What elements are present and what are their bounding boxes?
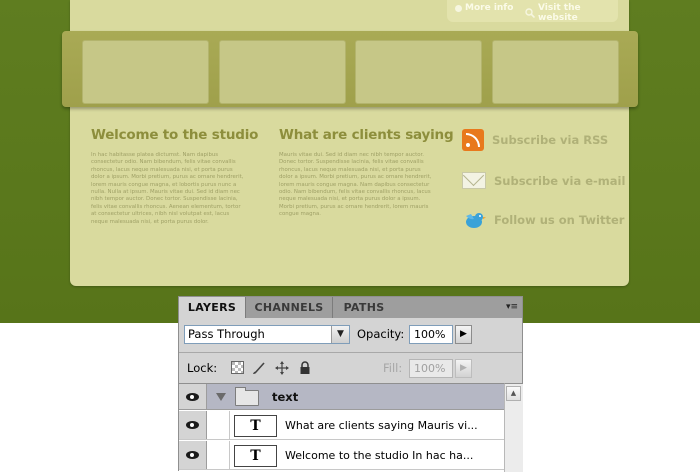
info-bullet-icon — [455, 4, 462, 12]
portfolio-thumbnail[interactable] — [355, 40, 482, 104]
layer-row[interactable]: T Welcome to the studio In hac ha... — [179, 441, 504, 470]
tab-paths[interactable]: PATHS — [332, 297, 395, 318]
layer-name: text — [272, 390, 299, 404]
welcome-paragraph: In hac habitasse platea dictumst. Nam da… — [91, 152, 244, 225]
portfolio-thumbnail[interactable] — [219, 40, 346, 104]
visibility-toggle[interactable] — [179, 384, 207, 409]
lock-position-move-icon[interactable] — [275, 361, 289, 375]
clients-paragraph: Mauris vitae dui. Sed id diam nec nibh t… — [279, 152, 432, 218]
tab-layers[interactable]: LAYERS — [179, 297, 245, 318]
layer-name: What are clients saying Mauris vi... — [285, 419, 478, 432]
fill-slider-button: ▶ — [455, 359, 472, 378]
text-layer-thumbnail-icon: T — [234, 445, 277, 467]
twitter-bird-icon — [462, 210, 486, 230]
scroll-up-arrow-icon[interactable]: ▲ — [506, 386, 521, 401]
chevron-down-icon[interactable]: ▼ — [331, 326, 349, 343]
opacity-input[interactable]: 100% — [409, 325, 453, 344]
visibility-toggle[interactable] — [179, 441, 207, 469]
subscribe-email-link[interactable]: Subscribe via e-mail — [462, 172, 625, 189]
top-links-bar: More info Visit the website — [447, 0, 618, 23]
layer-row[interactable]: T What are clients saying Mauris vi... — [179, 411, 504, 440]
layer-name: Welcome to the studio In hac ha... — [285, 449, 474, 462]
visibility-toggle[interactable] — [179, 411, 207, 439]
more-info-link[interactable]: More info — [455, 3, 513, 13]
panel-menu-icon[interactable]: ▾≡ — [506, 302, 518, 312]
clients-heading: What are clients saying — [279, 127, 454, 143]
mail-icon — [462, 172, 486, 189]
visit-website-link[interactable]: Visit the website — [525, 3, 618, 23]
eye-icon — [186, 451, 199, 459]
eye-icon — [186, 393, 199, 401]
opacity-label: Opacity: — [357, 327, 405, 341]
lock-label: Lock: — [187, 361, 218, 375]
layer-indent — [206, 411, 230, 439]
layers-list: text T What are clients saying Mauris vi… — [179, 383, 504, 472]
portfolio-thumbnail[interactable] — [82, 40, 209, 104]
fill-label: Fill: — [383, 361, 403, 375]
layers-scrollbar[interactable]: ▲ — [504, 383, 523, 472]
eye-icon — [186, 421, 199, 429]
text-layer-thumbnail-icon: T — [234, 415, 277, 437]
opacity-slider-button[interactable]: ▶ — [455, 325, 472, 344]
lock-image-pixels-brush-icon[interactable] — [252, 361, 266, 375]
welcome-heading: Welcome to the studio — [91, 127, 259, 143]
portfolio-band — [62, 31, 638, 107]
portfolio-thumbnail[interactable] — [492, 40, 619, 104]
layer-group-row[interactable]: text — [179, 384, 504, 410]
expand-triangle-icon[interactable] — [216, 393, 226, 401]
blend-mode-select[interactable]: Pass Through ▼ — [184, 325, 350, 344]
layers-panel: LAYERS CHANNELS PATHS ▾≡ Pass Through ▼ … — [178, 296, 523, 472]
tab-channels[interactable]: CHANNELS — [245, 297, 332, 318]
panel-tab-bar: LAYERS CHANNELS PATHS ▾≡ — [179, 297, 522, 318]
subscribe-rss-link[interactable]: Subscribe via RSS — [462, 129, 608, 151]
rss-icon — [462, 129, 484, 151]
fill-input: 100% — [409, 359, 453, 378]
lock-transparent-pixels-icon[interactable] — [230, 361, 244, 375]
divider — [179, 352, 522, 353]
follow-twitter-link[interactable]: Follow us on Twitter — [462, 210, 624, 230]
folder-icon — [235, 387, 259, 406]
magnifier-icon — [525, 8, 536, 19]
lock-all-padlock-icon[interactable] — [298, 361, 312, 375]
layer-indent — [206, 441, 230, 469]
